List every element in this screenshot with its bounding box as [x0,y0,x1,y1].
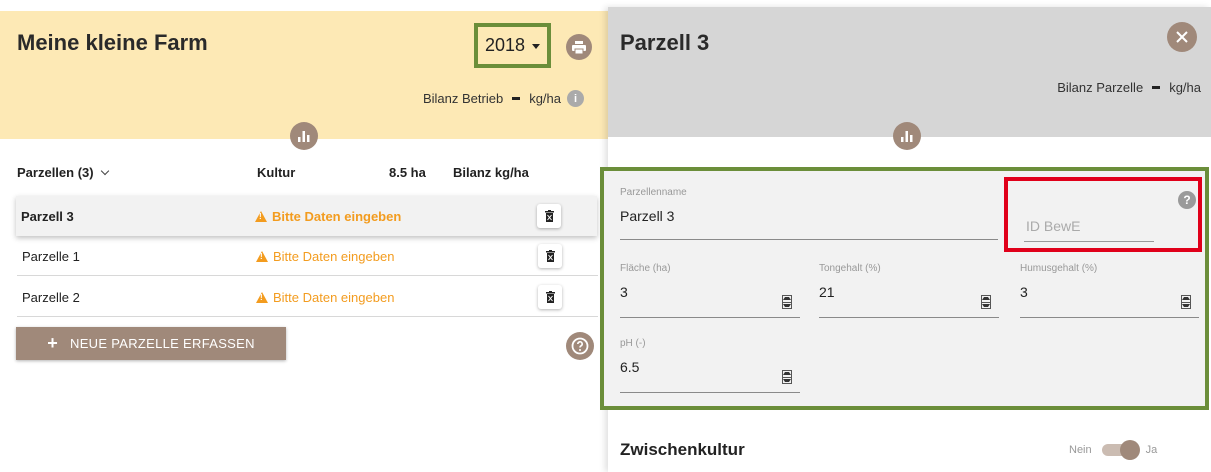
clay-content-value: 21 [819,284,835,300]
plus-icon: + [47,333,58,353]
info-icon[interactable]: i [567,90,584,107]
parcel-status: Bitte Daten eingeben [256,290,394,305]
table-row[interactable]: Parzelle 2 Bitte Daten eingeben [17,277,598,317]
farm-panel: Meine kleine Farm 2018 Bilanz Betrieb kg… [0,0,610,472]
ph-field[interactable]: pH (-) 6.5 [620,338,800,393]
new-parcel-label: NEUE PARZELLE ERFASSEN [70,336,255,351]
farm-balance-label: Bilanz Betrieb [422,91,504,106]
parcel-name-label: Parzellenname [620,187,687,198]
caret-down-icon [532,44,541,49]
year-select[interactable]: 2018 [474,23,551,68]
field-underline [1024,241,1154,242]
farm-header: Meine kleine Farm 2018 Bilanz Betrieb kg… [0,11,610,139]
parcel-status-text: Bitte Daten eingeben [272,209,402,224]
delete-parcel-button[interactable] [538,285,562,309]
farm-balance: Bilanz Betrieb kg/ha i [423,90,584,107]
trash-icon [545,291,555,303]
balance-empty-dash [512,97,521,100]
humus-content-label: Humusgehalt (%) [1020,263,1098,274]
delete-parcel-button[interactable] [538,244,562,268]
table-row[interactable]: Parzell 3 Bitte Daten eingeben [16,196,597,236]
print-button[interactable] [566,34,592,60]
parcel-name: Parzell 3 [21,209,74,224]
parcel-table-header: Parzellen (3) Kultur 8.5 ha Bilanz kg/ha [0,160,600,186]
print-icon [572,40,586,54]
parcel-detail-title: Parzell 3 [620,30,710,55]
toggle-on-label: Ja [1145,444,1158,456]
help-button[interactable] [566,332,594,360]
farm-title: Meine kleine Farm [17,30,208,55]
warning-icon [256,292,268,303]
close-button[interactable] [1167,22,1197,52]
area-label: Fläche (ha) [620,263,671,274]
close-icon [1176,31,1188,43]
app-root: Meine kleine Farm 2018 Bilanz Betrieb kg… [0,0,1211,472]
trash-icon [545,250,555,262]
parcel-balance-unit: kg/ha [1169,80,1201,95]
ph-label: pH (-) [620,338,646,349]
ph-stepper[interactable] [782,370,792,384]
field-underline [819,317,999,318]
parcels-column-header[interactable]: Parzellen (3) [17,165,109,180]
parcels-header-label: Parzellen (3) [17,165,94,180]
parcel-name: Parzelle 2 [22,290,80,305]
year-value: 2018 [484,35,526,55]
parcel-status: Bitte Daten eingeben [255,209,401,224]
bar-chart-icon [901,130,913,142]
humus-content-field[interactable]: Humusgehalt (%) 3 [1020,263,1199,318]
id-bewe-field[interactable]: ID BewE ? [1004,177,1202,252]
cover-crop-toggle[interactable] [1101,440,1140,460]
bar-chart-icon [298,130,310,142]
parcel-balance-label: Bilanz Parzelle [1057,80,1144,95]
field-underline [1020,317,1199,318]
parcel-name-field[interactable]: Parzellenname Parzell 3 [620,187,998,240]
trash-icon [544,210,554,222]
parcel-chart-button[interactable] [893,122,921,150]
cover-crop-title: Zwischenkultur [620,440,745,459]
field-underline [620,239,998,240]
kultur-column-header: Kultur [257,165,296,180]
new-parcel-button[interactable]: + NEUE PARZELLE ERFASSEN [16,327,286,360]
cover-crop-toggle-group: Nein Ja [1069,440,1158,460]
clay-content-field[interactable]: Tongehalt (%) 21 [819,263,999,318]
field-underline [620,317,800,318]
chevron-down-icon [100,166,109,176]
warning-icon [256,251,268,262]
farm-chart-button[interactable] [290,122,318,150]
parcel-balance: Bilanz Parzelle kg/ha [1057,80,1201,95]
warning-icon [255,211,267,222]
area-value: 3 [620,284,628,300]
toggle-knob [1119,440,1140,460]
bilanz-column-header: Bilanz kg/ha [453,165,529,180]
parcel-name-value: Parzell 3 [620,208,675,224]
parcel-detail-header: Parzell 3 Bilanz Parzelle kg/ha [608,7,1211,137]
humus-content-stepper[interactable] [1181,295,1191,309]
table-row[interactable]: Parzelle 1 Bitte Daten eingeben [17,236,598,276]
parcel-name: Parzelle 1 [22,249,80,264]
parcel-status-text: Bitte Daten eingeben [273,249,395,264]
parcel-status-text: Bitte Daten eingeben [273,290,395,305]
id-bewe-placeholder: ID BewE [1026,218,1081,234]
clay-content-label: Tongehalt (%) [819,263,881,274]
farm-balance-unit: kg/ha [529,91,561,106]
area-column-header: 8.5 ha [389,165,426,180]
toggle-off-label: Nein [1069,444,1092,456]
clay-content-stepper[interactable] [981,295,991,309]
field-underline [620,392,800,393]
ph-value: 6.5 [620,359,640,375]
help-icon [571,337,589,355]
delete-parcel-button[interactable] [537,204,561,228]
humus-content-value: 3 [1020,284,1028,300]
parcel-status: Bitte Daten eingeben [256,249,394,264]
area-field[interactable]: Fläche (ha) 3 [620,263,800,318]
balance-empty-dash [1152,86,1161,89]
help-icon[interactable]: ? [1178,191,1196,209]
area-stepper[interactable] [782,295,792,309]
